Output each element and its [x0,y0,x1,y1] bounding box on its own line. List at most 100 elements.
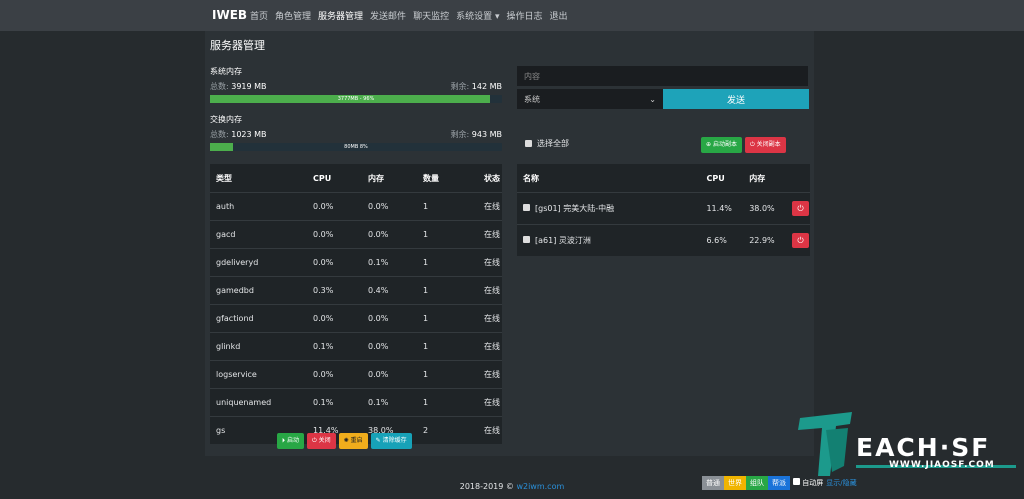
system-memory-title: 系统内存 [210,67,242,76]
cell-type: gamedbd [210,276,307,305]
cell-memory: 38.0% [743,192,786,225]
filter-guild[interactable]: 帮派 [768,476,790,490]
table-row: gdeliveryd 0.0% 0.1% 1 在线 [210,248,502,277]
cell-cpu: 0.3% [307,276,362,305]
instance-power-button[interactable]: ⏻ [792,233,809,248]
col-action [786,164,810,193]
main-panel: 服务器管理 系统内存 总数: 3919 MB 剩余: 142 MB 3777MB… [205,31,814,456]
free-label: 剩余: [450,82,470,91]
cell-cpu: 0.0% [307,248,362,277]
cell-memory: 0.0% [362,360,417,389]
system-memory-total: 总数: 3919 MB [210,81,267,92]
filter-world[interactable]: 世界 [724,476,746,490]
cell-count: 1 [417,388,478,417]
select-all-checkbox[interactable] [525,140,532,147]
cell-type: uniquenamed [210,388,307,417]
nav-send-mail[interactable]: 发送邮件 [370,9,406,22]
stop-instance-button[interactable]: ⏻ 关闭副本 [744,137,786,153]
free-value: 943 MB [471,130,502,139]
col-status: 状态 [484,173,500,183]
table-row: gamedbd 0.3% 0.4% 1 在线 [210,276,502,305]
total-value: 1023 MB [231,130,267,139]
table-header-row: 名称 CPU 内存 [517,164,810,193]
cell-type: gdeliveryd [210,248,307,277]
cell-memory: 0.0% [362,192,417,221]
cell-name: [a61] 灵波汀洲 [517,224,701,256]
instance-table-body: [gs01] 完美大陆-中融 11.4% 38.0% ⏻ [a61] 灵波汀洲 6.6% 2… [517,192,810,256]
cell-action: ⏻ [786,224,810,256]
brand-logo[interactable]: IWEB [212,8,247,22]
free-label: 剩余: [450,130,470,139]
left-gutter [0,31,205,471]
plus-circle-icon: ⊕ [706,141,712,148]
cell-count: 2 [417,416,478,444]
system-memory-bar: 3777MB - 96% [210,95,502,103]
instance-table: 名称 CPU 内存 [gs01] 完美大陆-中融 11.4% 38.0% ⏻ [a61]… [517,164,810,256]
start-instance-button[interactable]: ⊕ 启动副本 [701,137,742,153]
cell-action: ⏻ [786,192,810,225]
table-row: logservice 0.0% 0.0% 1 在线 [210,360,502,389]
cell-type: glinkd [210,332,307,361]
nav-operation-log[interactable]: 操作日志 [506,9,542,22]
cell-memory: 0.0% [362,220,417,249]
clear-cache-button[interactable]: ✎ 清除缓存 [370,433,412,449]
auto-scroll-toggle[interactable]: 自动屏 [793,478,823,488]
start-instance-label: 启动副本 [712,141,737,148]
cell-type: gfactiond [210,304,307,333]
table-row: [a61] 灵波汀洲 6.6% 22.9% ⏻ [517,224,810,256]
cell-memory: 0.0% [362,332,417,361]
start-label: 启动 [286,437,299,444]
instance-name: [a61] 灵波汀洲 [535,236,591,245]
channel-select[interactable]: 系统 ⌄ [517,89,663,109]
auto-scroll-checkbox[interactable] [793,478,800,485]
cell-count: 1 [417,220,478,249]
stop-button[interactable]: ⏻ 关闭 [306,433,336,449]
total-label: 总数: [210,130,229,139]
swap-memory-block: 交换内存 总数: 1023 MB 剩余: 943 MB 80MB 8% [210,114,502,151]
col-cpu: CPU [706,173,725,183]
system-memory-bar-text: 3777MB - 96% [337,96,375,102]
col-count: 数量 [423,173,439,183]
message-input[interactable]: 内容 [517,66,808,86]
total-value: 3919 MB [231,82,267,91]
start-button[interactable]: ⏵ 启动 [277,433,304,449]
footer-link[interactable]: w2iwm.com [516,482,564,491]
restart-label: 重启 [350,437,363,444]
col-name: 名称 [523,173,539,183]
nav-system-settings[interactable]: 系统设置 ▾ [456,9,499,22]
instance-actions: ⊕ 启动副本 ⏻ 关闭副本 [701,137,786,153]
cell-count: 1 [417,276,478,305]
swap-memory-free: 剩余: 943 MB [451,129,502,140]
free-value: 142 MB [471,82,502,91]
nav-server-management[interactable]: 服务器管理 [318,9,363,22]
cell-cpu: 0.1% [307,332,362,361]
swap-memory-title: 交换内存 [210,115,242,124]
filter-normal[interactable]: 普通 [702,476,724,490]
cell-status: 在线 [478,388,502,417]
stop-instance-label: 关闭副本 [756,141,781,148]
cell-cpu: 0.0% [307,304,362,333]
show-hide-link[interactable]: 显示/隐藏 [826,478,856,488]
cell-count: 1 [417,192,478,221]
table-row: gfactiond 0.0% 0.0% 1 在线 [210,304,502,333]
cell-cpu: 0.0% [307,192,362,221]
restart-button[interactable]: ✺ 重启 [338,433,368,449]
swap-memory-bar: 80MB 8% [210,143,502,151]
select-all[interactable]: 选择全部 [525,138,569,149]
cell-status: 在线 [478,332,502,361]
send-button[interactable]: 发送 [663,89,809,109]
instance-power-button[interactable]: ⏻ [792,201,809,216]
instance-checkbox[interactable] [523,236,530,243]
nav-chat-monitor[interactable]: 聊天监控 [413,9,449,22]
nav-home[interactable]: 首页 [250,9,268,22]
channel-select-value: 系统 [524,94,540,104]
nav-logout[interactable]: 退出 [549,9,567,22]
play-icon: ⏵ [282,437,286,444]
cell-count: 1 [417,332,478,361]
instance-checkbox[interactable] [523,204,530,211]
cell-status: 在线 [478,220,502,249]
nav-roles[interactable]: 角色管理 [275,9,311,22]
cell-status: 在线 [478,248,502,277]
filter-team[interactable]: 组队 [746,476,768,490]
clear-cache-label: 清除缓存 [382,437,407,444]
